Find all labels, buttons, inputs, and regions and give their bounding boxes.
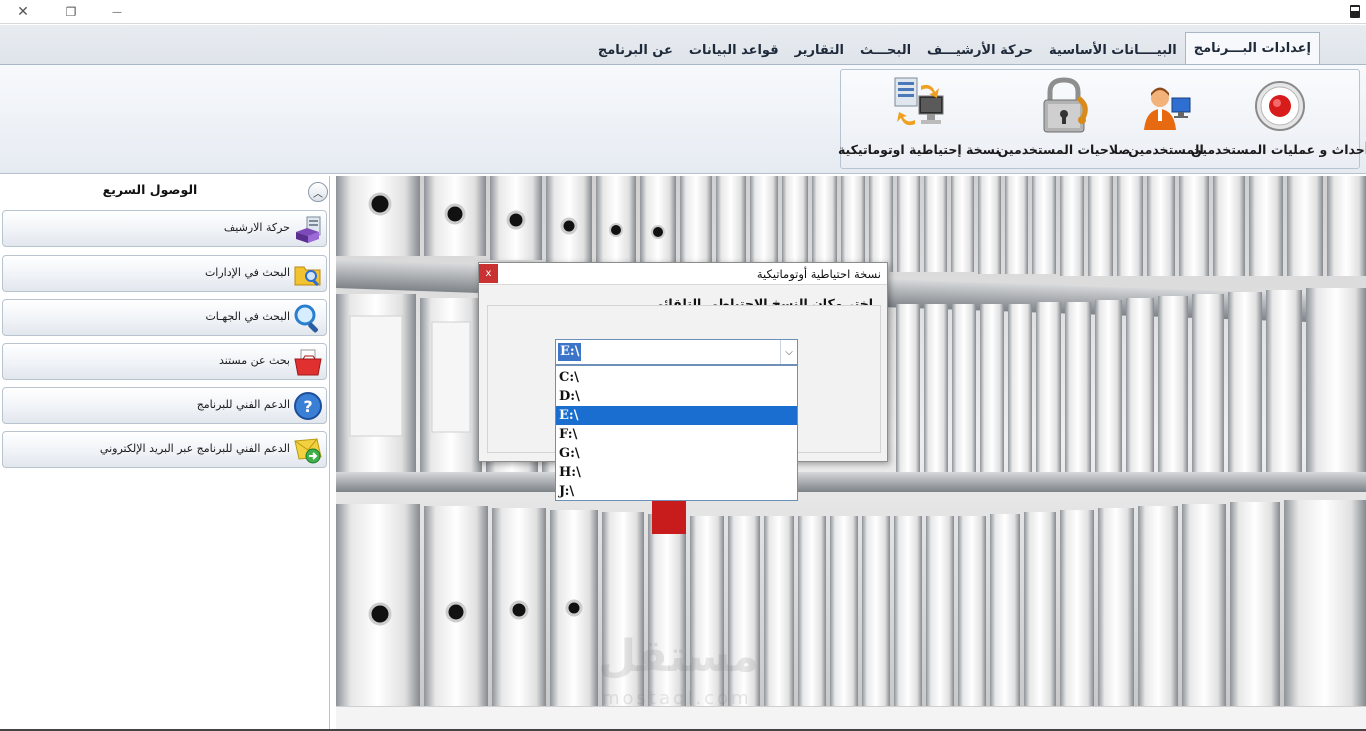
sidebar-item-label: البحث في الجهـات: [205, 310, 290, 323]
magnifier-icon: [293, 303, 323, 333]
user-events-button[interactable]: أحداث و عمليات المستخدمين: [1191, 76, 1366, 166]
ribbon-panel: أحداث و عمليات المستخدمين المستخدمين صلا…: [0, 64, 1366, 174]
minimize-icon: —: [112, 6, 122, 18]
sidebar-title: الوصول السريع: [102, 182, 198, 197]
drive-option-c[interactable]: C:\: [556, 368, 797, 387]
folder-search-icon: [293, 259, 323, 289]
title-bar: ✕ ❐ —: [0, 0, 1366, 24]
watermark-url: mostaql.com: [602, 688, 752, 706]
email-icon: [293, 435, 323, 465]
sidebar-item-email-support[interactable]: الدعم الفني للبرنامج عبر البريد الإلكترو…: [2, 431, 327, 468]
quick-access-sidebar: ︿ الوصول السريع حركة الارشيف البحث في ال…: [0, 176, 330, 731]
chevron-down-icon: ⌵: [785, 346, 793, 358]
auto-backup-button[interactable]: نسخة إحتياطية اوتوماتيكية: [838, 76, 1000, 166]
close-window-button[interactable]: ✕: [10, 2, 36, 22]
ribbon-tab-strip: إعدادات البـــرنامج البيــــانات الأساسي…: [0, 25, 1366, 65]
record-icon: [1252, 76, 1308, 134]
document-folder-icon: [293, 347, 323, 377]
sidebar-item-label: البحث في الإدارات: [204, 266, 290, 279]
sidebar-item-technical-support[interactable]: ? الدعم الفني للبرنامج: [2, 387, 327, 424]
drive-option-e[interactable]: E:\: [556, 406, 797, 425]
restore-icon: ❐: [65, 5, 77, 19]
tab-program-settings[interactable]: إعدادات البـــرنامج: [1184, 32, 1320, 64]
dialog-close-button[interactable]: x: [479, 264, 498, 283]
backup-icon: [891, 76, 947, 134]
user-events-label: أحداث و عمليات المستخدمين: [1190, 142, 1366, 157]
sidebar-item-search-entities[interactable]: البحث في الجهـات: [2, 299, 327, 336]
ribbon-tabs: إعدادات البـــرنامج البيــــانات الأساسي…: [590, 32, 1320, 64]
tab-databases[interactable]: قواعد البيانات: [681, 36, 787, 64]
svg-text:?: ?: [303, 397, 312, 416]
drive-option-g[interactable]: G:\: [556, 444, 797, 463]
auto-backup-label: نسخة إحتياطية اوتوماتيكية: [837, 142, 1001, 157]
backup-drive-select[interactable]: E:\ ⌵: [555, 339, 798, 365]
dialog-title: نسخة احتياطية أوتوماتيكية: [756, 267, 881, 281]
sidebar-item-search-document[interactable]: بحث عن مستند: [2, 343, 327, 380]
dialog-title-bar: x نسخة احتياطية أوتوماتيكية: [479, 263, 887, 285]
drive-option-j[interactable]: J:\: [556, 482, 797, 501]
status-strip: [336, 706, 1366, 731]
dropdown-arrow-button[interactable]: ⌵: [780, 340, 797, 364]
tab-about[interactable]: عن البرنامج: [590, 36, 681, 64]
drive-option-h[interactable]: H:\: [556, 463, 797, 482]
sidebar-item-label: حركة الارشيف: [223, 221, 290, 234]
sidebar-item-search-departments[interactable]: البحث في الإدارات: [2, 255, 327, 292]
user-permissions-label: صلاحيات المستخدمين: [997, 142, 1131, 157]
tab-search[interactable]: البحـــث: [852, 36, 919, 64]
sidebar-collapse-button[interactable]: ︿: [308, 182, 328, 202]
sidebar-item-label: الدعم الفني للبرنامج: [196, 398, 290, 411]
sidebar-item-label: بحث عن مستند: [218, 354, 290, 367]
help-icon: ?: [293, 391, 323, 421]
sidebar-item-label: الدعم الفني للبرنامج عبر البريد الإلكترو…: [99, 442, 290, 455]
drive-options-list: C:\ D:\ E:\ F:\ G:\ H:\ J:\: [555, 365, 798, 501]
lock-icon: [1036, 76, 1092, 134]
users-button[interactable]: المستخدمين: [1128, 76, 1204, 166]
sidebar-item-archive-movement[interactable]: حركة الارشيف: [2, 210, 327, 247]
tab-archive-movement[interactable]: حركة الأرشيـــف: [919, 36, 1041, 64]
archive-icon: [293, 214, 323, 244]
ribbon-group-settings: أحداث و عمليات المستخدمين المستخدمين صلا…: [838, 69, 1366, 169]
drive-option-f[interactable]: F:\: [556, 425, 797, 444]
user-permissions-button[interactable]: صلاحيات المستخدمين: [998, 76, 1130, 166]
minimize-window-button[interactable]: —: [104, 2, 130, 22]
drive-option-d[interactable]: D:\: [556, 387, 797, 406]
restore-window-button[interactable]: ❐: [58, 2, 84, 22]
sidebar-header: ︿ الوصول السريع: [0, 176, 330, 206]
users-icon: [1138, 76, 1194, 134]
watermark-logo: مستقل: [598, 631, 759, 682]
chevron-up-icon: ︿: [313, 188, 323, 200]
selected-drive-value: E:\: [558, 343, 582, 361]
users-label: المستخدمين: [1128, 142, 1204, 157]
close-icon: ✕: [17, 4, 29, 20]
application-window: ✕ ❐ — إعدادات البـــرنامج البيــــانات ا…: [0, 0, 1366, 731]
tab-basic-data[interactable]: البيــــانات الأساسية: [1041, 36, 1185, 64]
tab-reports[interactable]: التقارير: [787, 36, 852, 64]
app-icon: [1350, 5, 1360, 18]
close-icon: x: [485, 268, 492, 279]
